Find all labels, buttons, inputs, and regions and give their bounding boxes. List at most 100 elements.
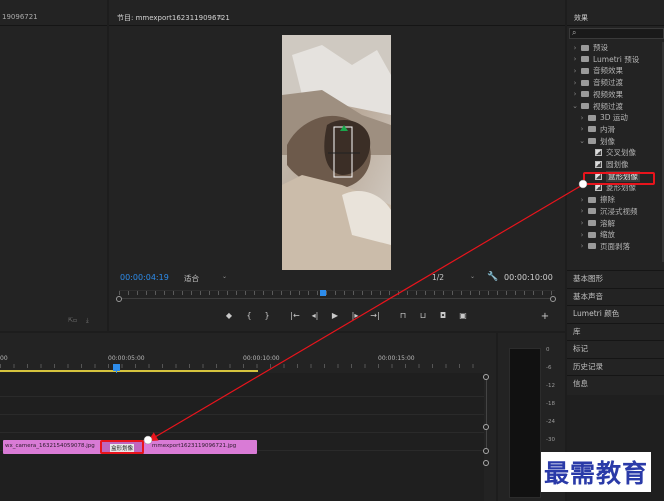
effect-folder[interactable]: › 内滑 (578, 124, 615, 135)
chevron-right-icon[interactable]: › (578, 114, 586, 122)
chevron-right-icon[interactable]: › (578, 219, 586, 227)
effect-folder[interactable]: › 页面剥落 (578, 241, 630, 252)
go-to-out-icon[interactable]: →| (369, 311, 381, 320)
go-to-in-icon[interactable]: |← (289, 311, 301, 320)
add-button-icon[interactable]: + (539, 311, 551, 322)
effects-search-input[interactable]: ⌕ (569, 28, 664, 39)
transition-clip[interactable]: 盒形划像 (100, 440, 144, 454)
panel-section-tab[interactable]: 标记 (567, 340, 664, 356)
chevron-right-icon[interactable]: › (571, 44, 579, 52)
chevron-right-icon[interactable]: › (578, 196, 586, 204)
folder-icon (588, 231, 596, 238)
playhead-timecode[interactable]: 00:00:04:19 (120, 273, 169, 282)
chevron-down-icon[interactable]: ⌄ (571, 102, 579, 110)
panel-section-tab[interactable]: 基本图形 (567, 270, 664, 286)
effect-folder[interactable]: ⌄ 划像 (578, 136, 615, 147)
extract-icon[interactable]: ⊔ (417, 311, 429, 320)
chevron-right-icon[interactable]: › (578, 125, 586, 133)
effect-label: 预设 (593, 43, 608, 52)
clip[interactable]: wx_camera_1632154059078.jpg (3, 440, 109, 454)
work-area-bar[interactable] (0, 370, 258, 372)
panel-section-tab[interactable]: 历史记录 (567, 357, 664, 374)
chevron-right-icon[interactable]: › (571, 67, 579, 75)
chevron-right-icon[interactable]: › (571, 55, 579, 63)
effect-folder[interactable]: › 溶解 (578, 218, 615, 229)
program-mini-ruler[interactable] (119, 290, 555, 301)
range-start-handle[interactable] (116, 296, 122, 302)
chevron-right-icon[interactable]: › (571, 90, 579, 98)
meter-scale-label: -30 (546, 437, 555, 443)
chevron-down-icon: ⌄ (469, 273, 475, 280)
project-panel: 19096721 ⇱▫ ⤓ (0, 0, 107, 331)
effect-label: 划像 (600, 136, 615, 146)
ruler-label: 00 (0, 355, 8, 362)
video-preview[interactable] (282, 35, 391, 270)
panel-section-tab[interactable]: 基本声音 (567, 287, 664, 304)
resolution-select[interactable]: 1/2 ⌄ (432, 273, 477, 283)
folder-icon (588, 138, 596, 145)
list-view-icon[interactable]: ⇱▫ (68, 317, 77, 324)
vertical-scroll-handle[interactable] (483, 448, 489, 454)
effect-folder[interactable]: ⌄ 视频过渡 (571, 101, 623, 112)
panel-section-tab[interactable]: 信息 (567, 375, 664, 391)
effect-folder[interactable]: › 3D 运动 (578, 112, 628, 123)
step-back-icon[interactable]: ◂| (309, 311, 321, 320)
folder-icon (588, 196, 596, 203)
effect-folder[interactable]: › 视频效果 (571, 89, 623, 100)
play-icon[interactable]: ▶ (329, 311, 341, 320)
track-area (0, 373, 484, 501)
panel-menu-icon[interactable]: ≡ (217, 13, 223, 21)
settings-wrench-icon[interactable]: 🔧 (487, 272, 498, 282)
effect-folder[interactable]: › 缩放 (578, 229, 615, 240)
program-monitor-title: 节目: mmexport1623119096721 (117, 14, 230, 22)
zoom-select[interactable]: 适合 ⌄ (184, 273, 229, 283)
export-frame-camera-icon[interactable]: ◘ (437, 311, 449, 320)
folder-icon (581, 91, 589, 98)
effect-folder[interactable]: › 音频效果 (571, 65, 623, 76)
effect-label: 音频效果 (593, 66, 623, 76)
mark-out-icon[interactable]: } (261, 311, 273, 320)
track-divider (0, 414, 484, 415)
new-item-icon[interactable]: ⤓ (86, 317, 89, 325)
zoom-select-value: 适合 (184, 274, 199, 283)
effect-item[interactable]: 圆划像 (585, 159, 629, 170)
effect-folder[interactable]: › 音频过渡 (571, 77, 623, 88)
effect-item[interactable]: 交叉划像 (585, 147, 636, 158)
folder-icon (581, 67, 589, 74)
lift-icon[interactable]: ⊓ (397, 311, 409, 320)
collapsed-panels: 基本图形 基本声音 Lumetri 颜色库标记 历史记录 信息 (567, 270, 664, 395)
folder-icon (588, 208, 596, 215)
effect-folder[interactable]: › Lumetri 预设 (571, 54, 640, 65)
effect-folder[interactable]: › 沉浸式视频 (578, 206, 638, 217)
add-marker-icon[interactable]: ◆ (223, 311, 235, 320)
mark-in-icon[interactable]: { (243, 311, 255, 320)
panel-section-tab[interactable]: Lumetri 颜色 (567, 305, 664, 321)
comparison-view-icon[interactable]: ▣ (457, 311, 469, 320)
effect-label: 音频过渡 (593, 78, 623, 88)
chevron-right-icon[interactable]: › (578, 207, 586, 215)
chevron-down-icon[interactable]: ⌄ (578, 137, 586, 145)
vertical-scroll-track[interactable] (486, 380, 487, 424)
vertical-scroll-handle[interactable] (483, 460, 489, 466)
folder-icon (581, 44, 589, 51)
vertical-scroll-track[interactable] (486, 430, 487, 448)
range-end-handle[interactable] (550, 296, 556, 302)
chevron-right-icon[interactable]: › (571, 79, 579, 87)
folder-icon (581, 79, 589, 86)
ruler-label: 00:00:15:00 (378, 355, 415, 362)
track-divider (0, 432, 484, 433)
effect-label: 溶解 (600, 218, 615, 228)
effect-folder[interactable]: › 预设 (571, 42, 608, 53)
effect-label: Lumetri 预设 (593, 54, 640, 64)
effect-folder[interactable]: › 擦除 (578, 194, 615, 205)
program-monitor-header-line (109, 25, 565, 26)
chevron-right-icon[interactable]: › (578, 242, 586, 250)
step-forward-icon[interactable]: |▸ (349, 311, 361, 320)
clip[interactable]: mmexport1623119096721.jpg (143, 440, 257, 454)
mini-ruler-playhead[interactable] (320, 290, 326, 296)
chevron-right-icon[interactable]: › (578, 231, 586, 239)
range-bar[interactable] (122, 298, 550, 299)
timeline-playhead-handle[interactable] (113, 364, 120, 371)
transition-effect-icon (595, 149, 602, 157)
panel-section-tab[interactable]: 库 (567, 322, 664, 339)
